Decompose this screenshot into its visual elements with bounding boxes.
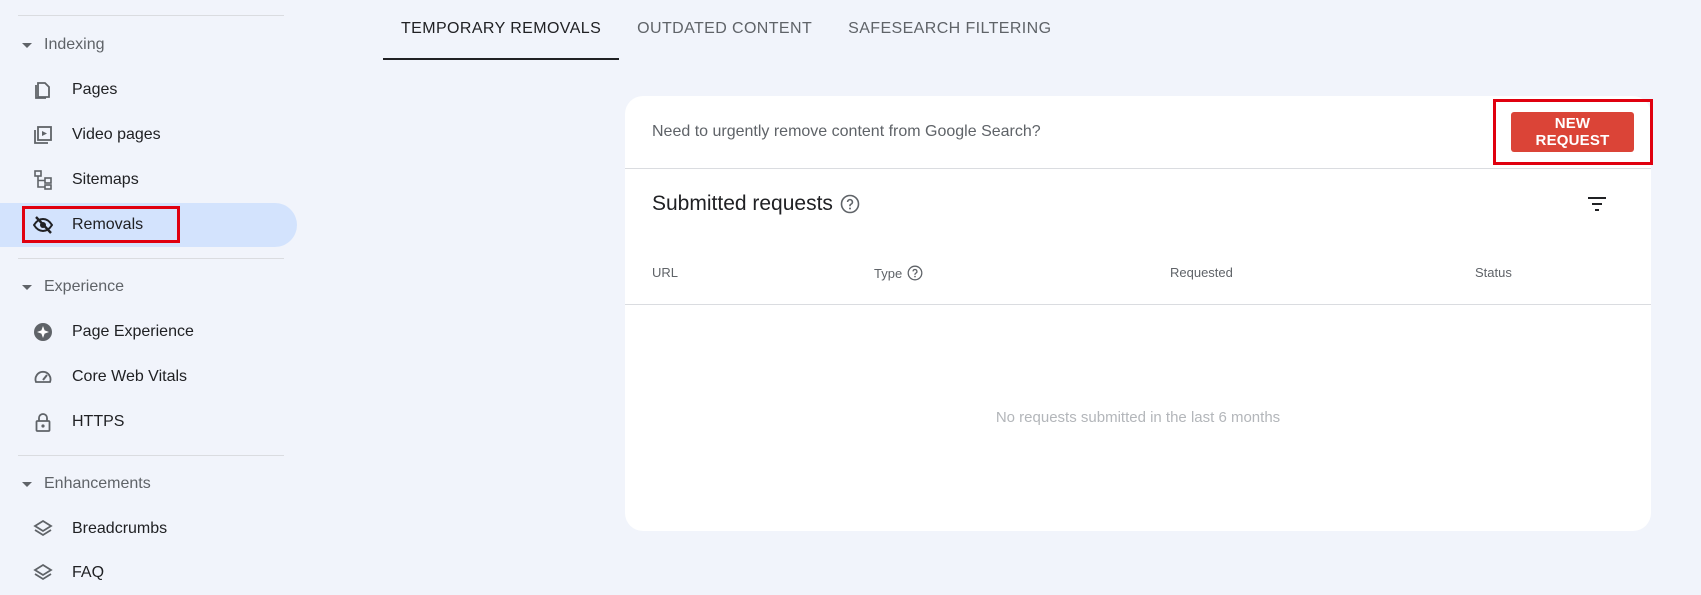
sidebar-divider	[18, 455, 284, 456]
filter-icon[interactable]	[1585, 192, 1609, 216]
empty-state-message: No requests submitted in the last 6 mont…	[995, 409, 1281, 426]
core-web-vitals-icon	[34, 370, 52, 383]
column-header-requested[interactable]: Requested	[1170, 265, 1233, 280]
sidebar-item-label: FAQ	[72, 564, 105, 581]
sidebar-divider	[18, 15, 284, 16]
sidebar-item-video-pages[interactable]: Video pages	[0, 113, 297, 157]
lock-icon	[35, 413, 51, 432]
sidebar: Indexing Pages Video pages Sitemaps Remo…	[0, 0, 300, 581]
sidebar-divider	[18, 258, 284, 259]
tab-outdated-content[interactable]: OUTDATED CONTENT	[619, 0, 830, 58]
submitted-requests-heading: Submitted requests	[652, 192, 860, 216]
sidebar-item-label: Core Web Vitals	[72, 368, 188, 385]
caret-down-icon	[22, 481, 32, 487]
section-indexing[interactable]: Indexing	[22, 25, 105, 65]
sidebar-item-label: Page Experience	[72, 323, 194, 340]
column-header-url[interactable]: URL	[652, 265, 678, 280]
table-header-divider	[625, 304, 1651, 305]
sidebar-item-sitemaps[interactable]: Sitemaps	[0, 158, 297, 202]
sidebar-item-label: HTTPS	[72, 413, 125, 430]
video-pages-icon	[34, 126, 52, 144]
section-label: Indexing	[44, 36, 105, 53]
highlight-box	[1493, 99, 1653, 165]
section-enhancements[interactable]: Enhancements	[22, 464, 151, 504]
faq-icon	[33, 563, 53, 581]
sidebar-item-faq[interactable]: FAQ	[0, 551, 297, 595]
sidebar-item-label: Sitemaps	[72, 171, 139, 188]
section-experience[interactable]: Experience	[22, 267, 124, 307]
highlight-box	[22, 206, 180, 243]
sidebar-item-label: Video pages	[72, 126, 161, 143]
sidebar-item-label: Breadcrumbs	[72, 520, 168, 537]
caret-down-icon	[22, 284, 32, 290]
sidebar-item-core-web-vitals[interactable]: Core Web Vitals	[0, 355, 297, 399]
section-label: Experience	[44, 278, 125, 295]
caret-down-icon	[22, 42, 32, 48]
column-header-status[interactable]: Status	[1475, 265, 1512, 280]
breadcrumbs-icon	[33, 519, 53, 537]
sidebar-item-https[interactable]: HTTPS	[0, 400, 297, 444]
tab-temporary-removals[interactable]: TEMPORARY REMOVALS	[383, 0, 620, 60]
column-header-type[interactable]: Type	[874, 265, 923, 281]
removal-tabs: TEMPORARY REMOVALS OUTDATED CONTENT SAFE…	[383, 0, 1069, 60]
banner-text: Need to urgently remove content from Goo…	[652, 123, 1041, 140]
tab-safesearch-filtering[interactable]: SAFESEARCH FILTERING	[830, 0, 1069, 58]
help-icon[interactable]	[907, 265, 923, 281]
column-header-label: Type	[874, 265, 903, 281]
sidebar-item-page-experience[interactable]: Page Experience	[0, 310, 297, 354]
section-title: Submitted requests	[652, 192, 833, 215]
sitemaps-icon	[34, 170, 52, 190]
sidebar-item-breadcrumbs[interactable]: Breadcrumbs	[0, 507, 297, 551]
sidebar-item-label: Pages	[72, 81, 118, 98]
pages-icon	[35, 82, 50, 99]
help-icon[interactable]	[840, 194, 860, 214]
sidebar-item-pages[interactable]: Pages	[0, 68, 297, 112]
section-label: Enhancements	[44, 475, 151, 492]
page-experience-icon	[34, 323, 52, 341]
